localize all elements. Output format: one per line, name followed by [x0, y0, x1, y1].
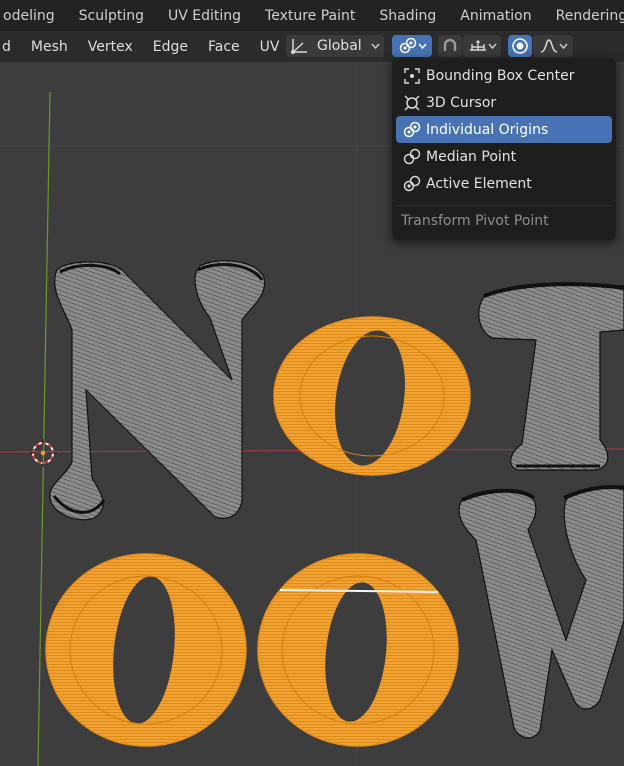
workspace-tabs: odeling Sculpting UV Editing Texture Pai…: [0, 0, 624, 31]
chevron-down-icon: [417, 43, 427, 49]
3d-cursor-icon[interactable]: [29, 439, 57, 467]
active-element-icon: [398, 175, 426, 193]
menu-separator: [396, 205, 612, 206]
menu-item-label: Individual Origins: [426, 121, 549, 138]
menu-item-3d-cursor[interactable]: 3D Cursor: [396, 89, 612, 116]
menu-item-individual-origins[interactable]: Individual Origins: [396, 116, 612, 143]
transform-orientation-dropdown[interactable]: Global: [286, 35, 384, 57]
menu-face[interactable]: Face: [198, 39, 250, 55]
pivot-point-button[interactable]: [392, 35, 432, 57]
workspace-tab-texture-paint[interactable]: Texture Paint: [253, 8, 367, 24]
mesh-letter-n[interactable]: [49, 260, 266, 521]
3d-cursor-icon: [398, 94, 426, 112]
menu-title: Transform Pivot Point: [401, 213, 549, 229]
mesh-letter-w[interactable]: [458, 485, 624, 739]
workspace-tab-uv-editing[interactable]: UV Editing: [156, 8, 253, 24]
workspace-tab-modeling[interactable]: odeling: [0, 8, 67, 24]
menu-item-label: 3D Cursor: [426, 94, 497, 111]
proportional-editing-icon: [511, 37, 529, 55]
proportional-editing-toggle[interactable]: [508, 35, 532, 57]
menu-item-label: Median Point: [426, 148, 517, 165]
median-point-icon: [398, 148, 426, 166]
mesh-letter-o-bottom-left[interactable]: [45, 553, 247, 747]
mesh-letter-o-bottom-middle[interactable]: [257, 553, 459, 747]
chevron-down-icon: [487, 43, 497, 49]
snap-increment-icon: [468, 38, 488, 54]
individual-origins-icon: [398, 121, 426, 139]
transform-orientation-value: Global: [317, 38, 362, 54]
menu-item-label: Bounding Box Center: [426, 67, 575, 84]
chevron-down-icon: [558, 43, 568, 49]
menu-select[interactable]: d: [0, 39, 21, 55]
falloff-curve-icon: [539, 38, 559, 54]
mesh-letter-o-top[interactable]: [273, 316, 471, 476]
menu-item-median-point[interactable]: Median Point: [396, 143, 612, 170]
bounding-box-center-icon: [398, 67, 426, 85]
menu-edge[interactable]: Edge: [143, 39, 198, 55]
menu-item-bounding-box-center[interactable]: Bounding Box Center: [396, 62, 612, 89]
menu-item-label: Active Element: [426, 175, 532, 192]
menu-vertex[interactable]: Vertex: [78, 39, 143, 55]
menu-item-active-element[interactable]: Active Element: [396, 170, 612, 197]
proportional-falloff-dropdown[interactable]: [533, 35, 573, 57]
snap-toggle[interactable]: [438, 35, 462, 57]
pivot-point-menu: Bounding Box Center 3D Cursor Individual…: [392, 58, 616, 240]
transform-orientation-icon: [290, 37, 310, 55]
workspace-tab-rendering[interactable]: Rendering: [544, 8, 624, 24]
mesh-letter-t[interactable]: [478, 282, 624, 471]
menu-mesh[interactable]: Mesh: [21, 39, 78, 55]
workspace-tab-sculpting[interactable]: Sculpting: [67, 8, 156, 24]
workspace-tab-shading[interactable]: Shading: [367, 8, 448, 24]
snap-target-dropdown[interactable]: [463, 35, 501, 57]
menu-uv[interactable]: UV: [250, 39, 290, 55]
snap-magnet-icon: [441, 37, 459, 55]
workspace-tab-animation[interactable]: Animation: [448, 8, 543, 24]
pivot-individual-origins-icon: [398, 37, 418, 55]
chevron-down-icon: [371, 43, 380, 49]
